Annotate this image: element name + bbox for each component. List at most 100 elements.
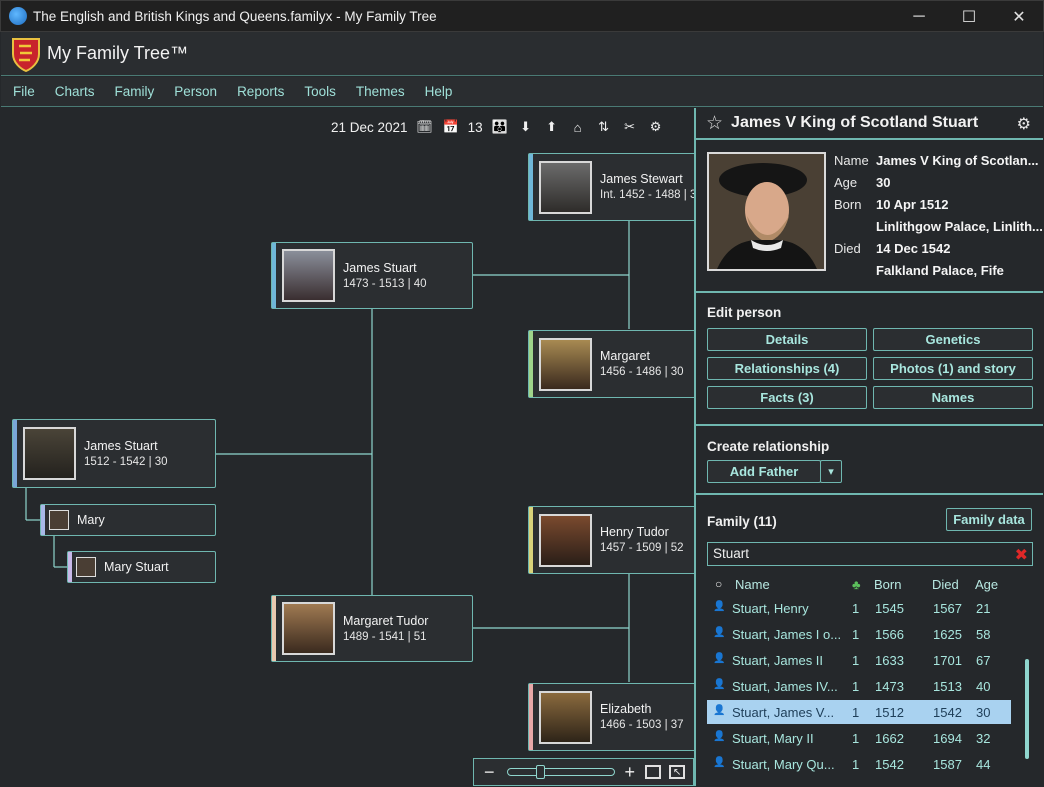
- person-name: James Stewart: [600, 172, 683, 186]
- menu-tools[interactable]: Tools: [304, 84, 336, 99]
- clear-search-icon[interactable]: ✖: [1015, 545, 1028, 567]
- window-title: The English and British Kings and Queens…: [33, 8, 437, 24]
- details-button[interactable]: Details: [707, 328, 867, 351]
- detail-age: Age 30: [834, 175, 891, 190]
- cell-born: 1662: [875, 731, 904, 746]
- zoom-slider[interactable]: [506, 765, 615, 779]
- card-accent: [272, 243, 276, 308]
- table-row[interactable]: 👤 Stuart, James I o... 1 1566 1625 58: [707, 622, 1011, 646]
- calendar-events-icon[interactable]: 🗓: [416, 118, 434, 136]
- child-name: Mary: [77, 513, 105, 527]
- card-accent: [529, 684, 533, 750]
- person-card-margaret-tudor[interactable]: Margaret Tudor 1489 - 1541 | 51: [271, 595, 473, 662]
- zoom-bar: − + ↖: [473, 758, 694, 786]
- menu-file[interactable]: File: [13, 84, 35, 99]
- person-card-james-stuart-1473[interactable]: James Stuart 1473 - 1513 | 40: [271, 242, 473, 309]
- menu-reports[interactable]: Reports: [237, 84, 284, 99]
- cell-name: Stuart, James II: [732, 653, 824, 668]
- maximize-button[interactable]: ☐: [944, 1, 994, 33]
- family-icon[interactable]: 👪: [491, 118, 509, 136]
- family-title: Family (11): [707, 514, 777, 529]
- person-card-elizabeth[interactable]: Elizabeth 1466 - 1503 | 37: [528, 683, 694, 751]
- reset-view-icon[interactable]: ↖: [669, 765, 686, 779]
- person-portrait[interactable]: [707, 152, 826, 271]
- person-card-james-stewart[interactable]: James Stewart Int. 1452 - 1488 | 3: [528, 153, 694, 221]
- person-years: 1466 - 1503 | 37: [600, 719, 684, 731]
- person-name: James Stuart: [84, 438, 158, 453]
- zoom-out-icon[interactable]: −: [484, 762, 495, 783]
- female-person-icon: 👤: [713, 757, 726, 768]
- person-card-henry-tudor[interactable]: Henry Tudor 1457 - 1509 | 52: [528, 506, 694, 574]
- cell-age: 67: [976, 653, 991, 668]
- male-person-icon: 👤: [713, 601, 726, 612]
- table-row[interactable]: 👤 Stuart, James IV... 1 1473 1513 40: [707, 674, 1011, 698]
- home-icon[interactable]: ⌂: [569, 118, 587, 136]
- portrait-photo: [539, 513, 592, 567]
- photos-and-story-button[interactable]: Photos (1) and story: [873, 357, 1033, 380]
- cell-died: 1625: [933, 627, 962, 642]
- column-name[interactable]: Name: [735, 577, 770, 592]
- portrait-image: [709, 154, 824, 269]
- select-all-icon[interactable]: ○: [715, 577, 722, 591]
- male-person-icon: 👤: [713, 653, 726, 664]
- cell-died: 1694: [933, 731, 962, 746]
- menu-charts[interactable]: Charts: [55, 84, 95, 99]
- menu-themes[interactable]: Themes: [356, 84, 405, 99]
- table-row[interactable]: 👤 Stuart, Mary Qu... 1 1542 1587 44: [707, 752, 1011, 776]
- zoom-in-icon[interactable]: +: [625, 762, 636, 783]
- genetics-button[interactable]: Genetics: [873, 328, 1033, 351]
- cell-n: 1: [852, 705, 860, 720]
- minimize-button[interactable]: ─: [894, 1, 944, 33]
- add-father-button[interactable]: Add Father: [707, 460, 821, 483]
- list-scrollbar[interactable]: [1025, 659, 1029, 759]
- card-accent: [13, 420, 17, 487]
- person-card-james-stuart-1512[interactable]: James Stuart 1512 - 1542 | 30: [12, 419, 216, 488]
- close-button[interactable]: ✕: [994, 1, 1044, 33]
- card-accent: [529, 331, 533, 397]
- table-row[interactable]: 👤 Stuart, James V... 1 1512 1542 30: [707, 700, 1011, 724]
- portrait-thumbnail: [76, 557, 96, 577]
- descendants-icon[interactable]: ⬆: [543, 118, 561, 136]
- cell-name: Stuart, Mary II: [732, 731, 814, 746]
- relationships-button[interactable]: Relationships (4): [707, 357, 867, 380]
- royal-shield-logo: [12, 37, 40, 72]
- family-search-input[interactable]: Stuart ✖: [707, 542, 1033, 566]
- fit-to-screen-icon[interactable]: [645, 765, 662, 779]
- child-card-mary[interactable]: Mary: [40, 504, 216, 536]
- menu-family[interactable]: Family: [115, 84, 155, 99]
- names-button[interactable]: Names: [873, 386, 1033, 409]
- sort-icon[interactable]: ⇅: [595, 118, 613, 136]
- gear-icon[interactable]: ⚙: [1017, 114, 1031, 134]
- person-card-margaret[interactable]: Margaret 1456 - 1486 | 30: [528, 330, 694, 398]
- column-age[interactable]: Age: [975, 577, 998, 592]
- family-data-button[interactable]: Family data: [946, 508, 1032, 531]
- family-tree-chart[interactable]: 21 Dec 2021 🗓 📅 13 👪 ⬇ ⬆ ⌂ ⇅ ✂ ⚙ James S…: [1, 108, 694, 786]
- calendar-icon[interactable]: 📅: [442, 118, 460, 136]
- portrait-photo: [23, 427, 76, 480]
- menu-person[interactable]: Person: [174, 84, 217, 99]
- card-accent: [41, 505, 45, 535]
- cell-born: 1542: [875, 757, 904, 772]
- cell-name: Stuart, Henry: [732, 601, 809, 616]
- child-name: Mary Stuart: [104, 560, 169, 574]
- table-row[interactable]: 👤 Stuart, James II 1 1633 1701 67: [707, 648, 1011, 672]
- ancestors-icon[interactable]: ⬇: [517, 118, 535, 136]
- card-accent: [68, 552, 72, 582]
- gear-icon[interactable]: ⚙: [647, 118, 665, 136]
- female-person-icon: 👤: [713, 731, 726, 742]
- menu-help[interactable]: Help: [425, 84, 453, 99]
- person-name: Margaret: [600, 349, 651, 363]
- facts-button[interactable]: Facts (3): [707, 386, 867, 409]
- current-date: 21 Dec 2021: [331, 119, 408, 135]
- child-card-mary-stuart[interactable]: Mary Stuart: [67, 551, 216, 583]
- column-born[interactable]: Born: [874, 577, 901, 592]
- tools-icon[interactable]: ✂: [621, 118, 639, 136]
- chevron-down-icon[interactable]: ▾: [820, 460, 842, 483]
- table-row[interactable]: 👤 Stuart, Mary II 1 1662 1694 32: [707, 726, 1011, 750]
- detail-name: Name James V King of Scotlan...: [834, 153, 1039, 168]
- cell-born: 1633: [875, 653, 904, 668]
- column-died[interactable]: Died: [932, 577, 959, 592]
- zoom-slider-thumb[interactable]: [535, 765, 545, 779]
- table-row[interactable]: 👤 Stuart, Henry 1 1545 1567 21: [707, 596, 1011, 620]
- star-icon[interactable]: ☆: [706, 112, 723, 135]
